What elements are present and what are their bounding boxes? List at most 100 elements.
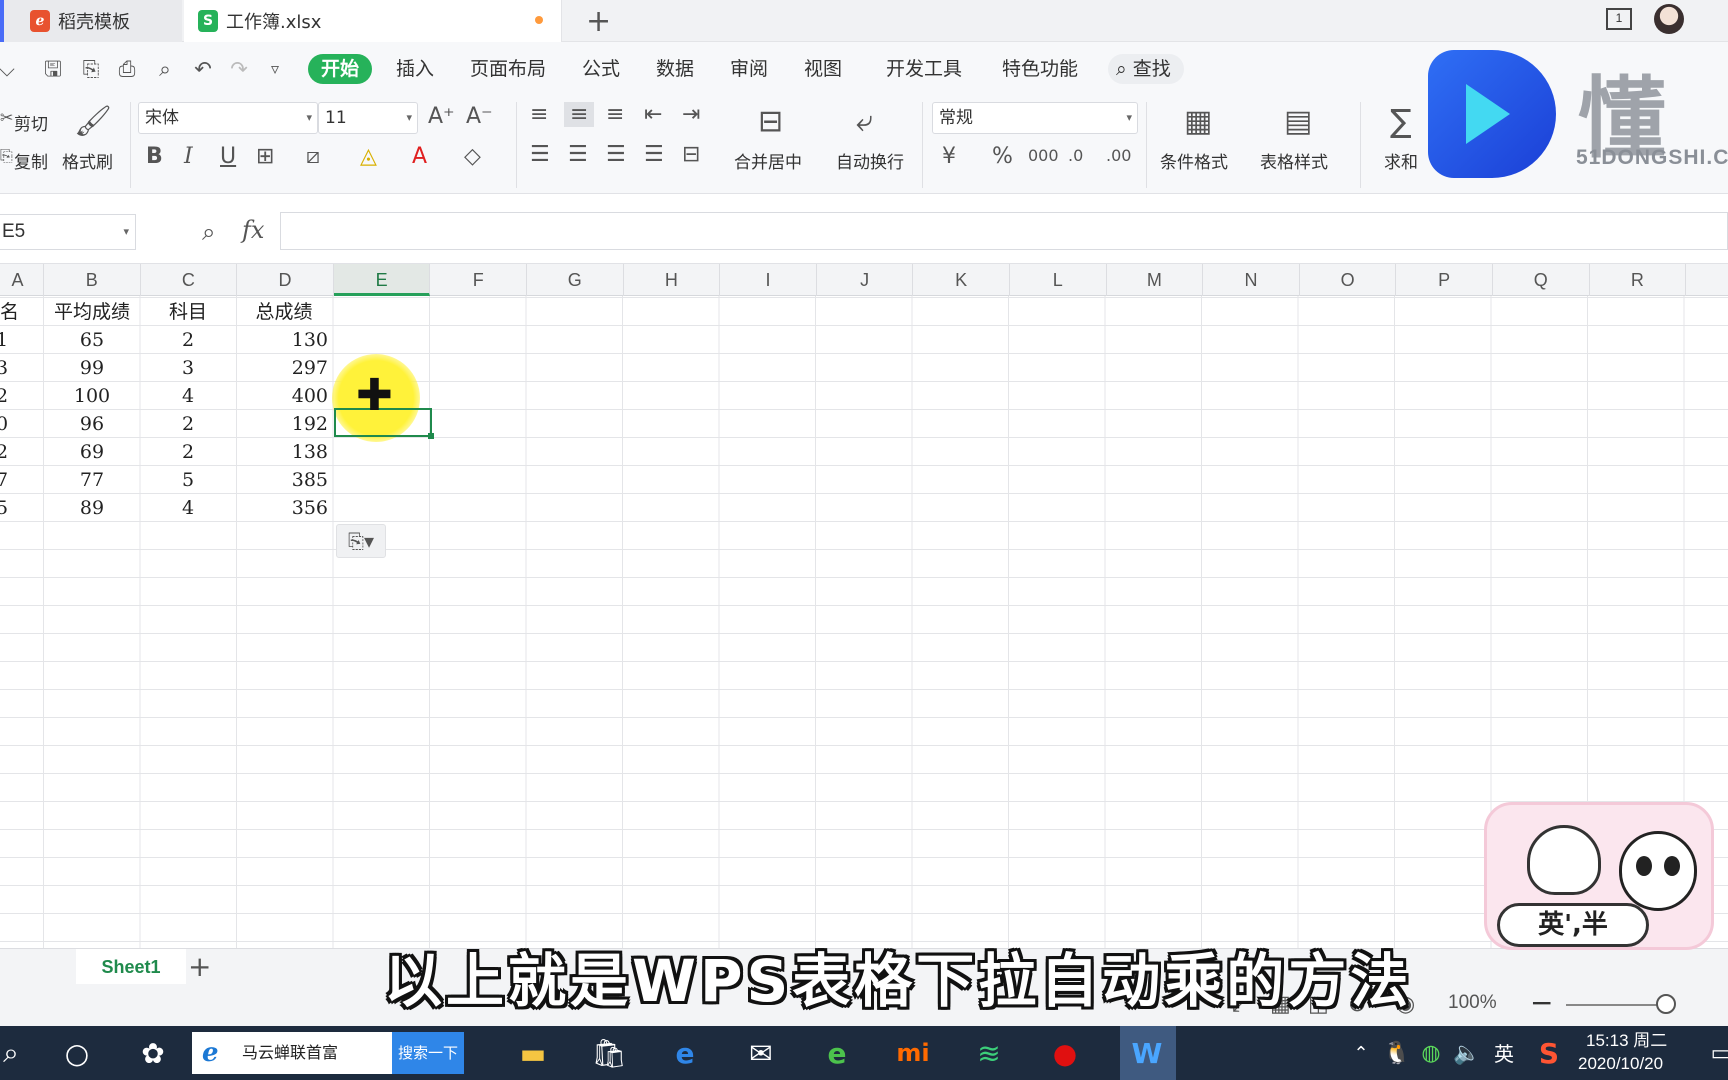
tab-data[interactable]: 数据 — [656, 54, 694, 84]
merge-center-button[interactable]: 合并居中 — [734, 148, 802, 173]
tab-developer[interactable]: 开发工具 — [886, 54, 962, 84]
cut-icon[interactable]: ✂ — [0, 108, 13, 127]
conditional-format-button[interactable]: 条件格式 — [1160, 148, 1228, 173]
formula-input[interactable] — [280, 212, 1728, 250]
search-button[interactable]: ⌕ 查找 — [1108, 54, 1184, 84]
distribute-icon[interactable]: ⊟ — [682, 142, 700, 167]
column-header[interactable]: M — [1107, 264, 1204, 296]
column-header[interactable]: D — [237, 264, 334, 296]
column-header[interactable]: B — [44, 264, 141, 296]
tab-formulas[interactable]: 公式 — [582, 54, 620, 84]
taskbar-search-input[interactable]: ℯ 马云蝉联首富 — [192, 1032, 392, 1074]
search-icon[interactable]: ⌕ — [0, 1032, 32, 1074]
file-explorer-icon[interactable]: ▬ — [512, 1032, 554, 1074]
align-right-icon[interactable]: ☰ — [606, 142, 626, 167]
name-box[interactable]: E5 ▾ — [0, 214, 136, 250]
zoom-level[interactable]: 100% — [1448, 992, 1497, 1014]
column-header[interactable]: E — [333, 264, 431, 296]
redo-icon[interactable]: ↷ — [226, 56, 252, 82]
format-painter-button[interactable]: 格式刷 — [62, 148, 113, 173]
indent-icon[interactable]: ⇥ — [682, 102, 700, 127]
zoom-slider[interactable] — [1566, 1004, 1666, 1006]
bold-icon[interactable]: B — [146, 144, 163, 169]
sheet-tab[interactable]: Sheet1 — [76, 949, 186, 985]
cell-subjects[interactable]: 5 — [140, 466, 236, 494]
cell-total[interactable]: 130 — [236, 326, 332, 354]
increase-font-icon[interactable]: A⁺ — [428, 104, 455, 129]
clear-format-icon[interactable]: ◇ — [464, 144, 481, 169]
cell-header-average[interactable]: 平均成绩 — [44, 298, 140, 326]
export-icon[interactable]: ⎘ — [78, 56, 104, 82]
tab-page-layout[interactable]: 页面布局 — [470, 54, 546, 84]
align-top-icon[interactable]: ≡ — [530, 102, 548, 127]
align-bottom-icon[interactable]: ≡ — [606, 102, 624, 127]
mail-icon[interactable]: ✉ — [740, 1032, 782, 1074]
outdent-icon[interactable]: ⇤ — [644, 102, 662, 127]
cell-total[interactable]: 400 — [236, 382, 332, 410]
column-header[interactable]: C — [141, 264, 238, 296]
copy-button[interactable]: 复制 — [14, 148, 48, 173]
border-icon[interactable]: ⊞ — [256, 144, 274, 169]
store-icon[interactable]: 🛍 — [588, 1032, 630, 1074]
format-painter-icon[interactable]: 🖌 — [74, 104, 112, 139]
pinwheel-app-icon[interactable]: ✿ — [132, 1032, 174, 1074]
merge-center-icon[interactable]: ⊟ — [758, 104, 783, 139]
decrease-decimal-icon[interactable]: .00 — [1106, 146, 1131, 165]
record-icon[interactable]: ● — [1044, 1032, 1086, 1074]
cell-subjects[interactable]: 3 — [140, 354, 236, 382]
tab-features[interactable]: 特色功能 — [1002, 54, 1078, 84]
currency-icon[interactable]: ¥ — [942, 144, 956, 169]
tab-start[interactable]: 开始 — [308, 54, 372, 84]
sublime-icon[interactable]: ≋ — [968, 1032, 1010, 1074]
notification-icon[interactable]: ▭ — [1700, 1032, 1728, 1074]
function-icon[interactable]: fx — [242, 216, 264, 244]
cell-name[interactable]: 5 — [0, 494, 16, 522]
cell-average[interactable]: 99 — [44, 354, 140, 382]
cell-total[interactable]: 297 — [236, 354, 332, 382]
cell-header-subjects[interactable]: 科目 — [140, 298, 236, 326]
zoom-out-button[interactable]: − — [1530, 986, 1553, 1019]
decrease-font-icon[interactable]: A⁻ — [466, 104, 493, 129]
column-header[interactable]: O — [1300, 264, 1397, 296]
input-language[interactable]: 英 — [1494, 1038, 1514, 1067]
table-style-icon[interactable]: ▤ — [1284, 104, 1312, 139]
undo-icon[interactable]: ↶ — [190, 56, 216, 82]
paste-options-button[interactable]: ⎘▾ — [336, 524, 386, 558]
cut-button[interactable]: 剪切 — [14, 110, 48, 135]
sogou-icon[interactable]: S — [1528, 1032, 1570, 1074]
cell-name[interactable]: 2 — [0, 382, 16, 410]
conditional-format-icon[interactable]: ▦ — [1184, 104, 1212, 139]
window-count-icon[interactable]: 1 — [1606, 8, 1632, 30]
edge-icon[interactable]: e — [664, 1032, 706, 1074]
sum-button[interactable]: 求和 — [1384, 148, 1418, 173]
cell-total[interactable]: 385 — [236, 466, 332, 494]
clock-date[interactable]: 2020/10/20 — [1578, 1054, 1663, 1074]
column-header[interactable]: P — [1396, 264, 1493, 296]
tab-workbook[interactable]: S 工作簿.xlsx — [184, 0, 562, 42]
column-header[interactable]: J — [817, 264, 914, 296]
cell-average[interactable]: 69 — [44, 438, 140, 466]
column-header[interactable]: R — [1590, 264, 1687, 296]
cell-name[interactable]: 1 — [0, 326, 16, 354]
cell-name[interactable]: 0 — [0, 410, 16, 438]
number-format-select[interactable]: 常规 ▾ — [932, 102, 1138, 134]
align-middle-icon[interactable]: ≡ — [564, 102, 595, 127]
wrap-text-button[interactable]: 自动换行 — [836, 148, 904, 173]
clock-time[interactable]: 15:13 周二 — [1586, 1030, 1667, 1052]
italic-icon[interactable]: I — [184, 144, 193, 169]
fill-pattern-icon[interactable]: ⧄ — [306, 144, 320, 169]
avatar[interactable] — [1654, 4, 1684, 34]
new-tab-button[interactable]: + — [586, 4, 611, 39]
print-icon[interactable]: ⎙ — [114, 56, 140, 82]
cell-header-total[interactable]: 总成绩 — [236, 298, 332, 326]
column-header[interactable]: Q — [1493, 264, 1590, 296]
tab-review[interactable]: 审阅 — [730, 54, 768, 84]
cell-average[interactable]: 89 — [44, 494, 140, 522]
table-style-button[interactable]: 表格样式 — [1260, 148, 1328, 173]
sum-icon[interactable]: ∑ — [1390, 102, 1412, 140]
volume-icon[interactable]: 🔈 — [1446, 1032, 1488, 1074]
column-header[interactable]: F — [430, 264, 527, 296]
add-sheet-button[interactable]: + — [188, 949, 211, 985]
cell-total[interactable]: 356 — [236, 494, 332, 522]
cell-average[interactable]: 100 — [44, 382, 140, 410]
